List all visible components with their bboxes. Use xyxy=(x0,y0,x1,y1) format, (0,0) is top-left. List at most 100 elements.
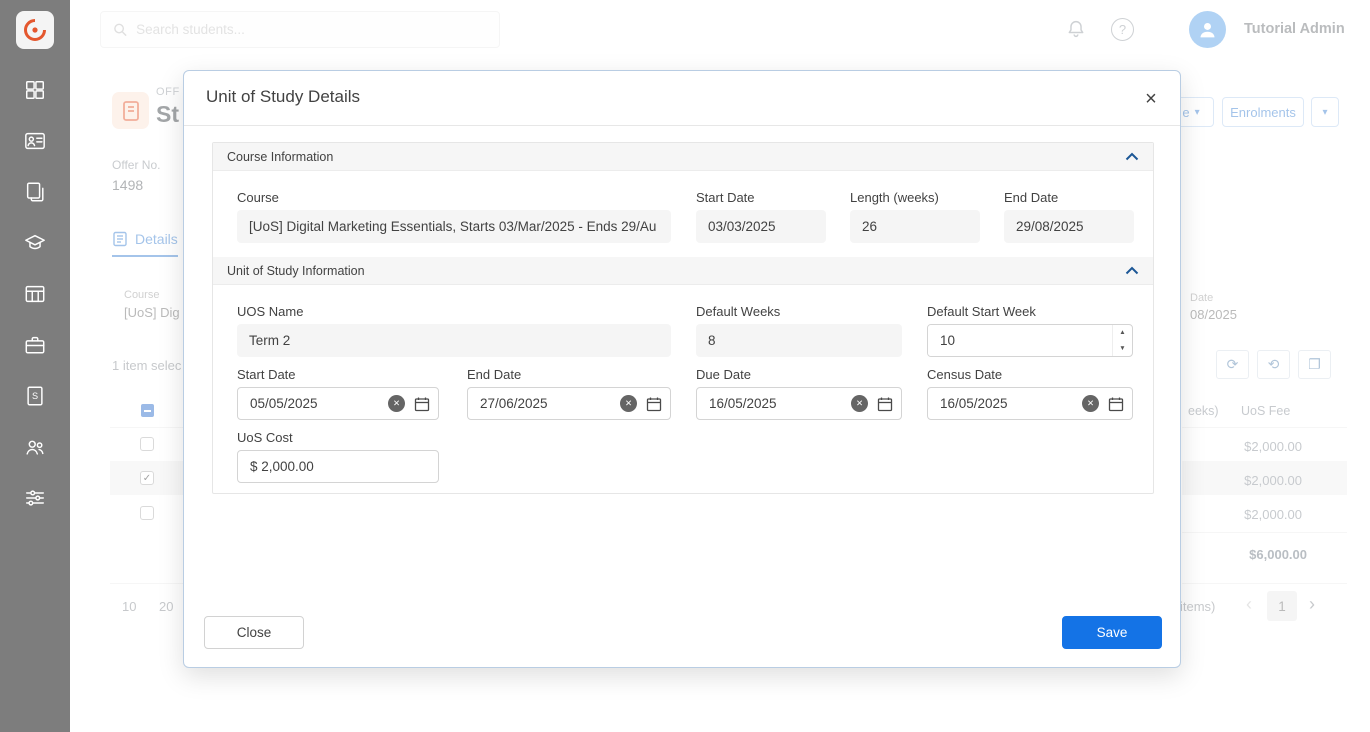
course-input xyxy=(237,210,671,243)
uos-name-label: UOS Name xyxy=(237,304,671,319)
uos-name-field: UOS Name xyxy=(237,304,671,357)
end-date-input[interactable] xyxy=(468,396,620,411)
sidebar-item-dashboard[interactable] xyxy=(22,77,48,103)
census-date-picker: ✕ xyxy=(927,387,1133,420)
offers-icon xyxy=(24,181,46,203)
course-end-date-field: End Date xyxy=(1004,190,1134,243)
default-start-week-spinner: ▲ ▼ xyxy=(927,324,1133,357)
clear-icon: ✕ xyxy=(1087,398,1094,409)
calendar-button[interactable] xyxy=(645,395,663,413)
census-date-label: Census Date xyxy=(927,367,1133,382)
close-icon: × xyxy=(1145,88,1157,111)
modal-header: Unit of Study Details × xyxy=(184,71,1180,126)
length-weeks-field: Length (weeks) xyxy=(850,190,980,243)
uos-form: Course Information Course Start Date Len… xyxy=(212,142,1154,494)
sidebar-item-offers[interactable] xyxy=(22,179,48,205)
sidebar-item-courses[interactable] xyxy=(22,230,48,256)
end-date-field: End Date ✕ xyxy=(467,367,671,420)
calendar-button[interactable] xyxy=(413,395,431,413)
default-weeks-input[interactable] xyxy=(696,324,902,357)
modal-close-button[interactable]: × xyxy=(1136,84,1166,114)
due-date-field: Due Date ✕ xyxy=(696,367,902,420)
section-course-information[interactable]: Course Information xyxy=(213,143,1153,171)
section-course-info-title: Course Information xyxy=(227,150,333,164)
due-date-label: Due Date xyxy=(696,367,902,382)
close-button[interactable]: Close xyxy=(204,616,304,649)
census-date-input[interactable] xyxy=(928,396,1082,411)
start-date-picker: ✕ xyxy=(237,387,439,420)
spinner-buttons: ▲ ▼ xyxy=(1112,325,1132,356)
spinner-down-button[interactable]: ▼ xyxy=(1113,341,1132,357)
clear-date-button[interactable]: ✕ xyxy=(851,395,868,412)
course-start-date-label: Start Date xyxy=(696,190,826,205)
clear-date-button[interactable]: ✕ xyxy=(620,395,637,412)
save-button[interactable]: Save xyxy=(1062,616,1162,649)
spinner-up-button[interactable]: ▲ xyxy=(1113,325,1132,341)
tables-icon xyxy=(24,283,46,305)
sidebar-item-settings[interactable] xyxy=(22,485,48,511)
uos-cost-wrap xyxy=(237,450,439,483)
end-date-picker: ✕ xyxy=(467,387,671,420)
calendar-button[interactable] xyxy=(876,395,894,413)
section-uos-information[interactable]: Unit of Study Information xyxy=(213,257,1153,285)
app-logo-icon xyxy=(22,17,48,43)
uos-cost-field: UoS Cost xyxy=(237,430,439,483)
settings-icon xyxy=(24,487,46,509)
chevron-up-icon xyxy=(1125,266,1139,275)
clear-icon: ✕ xyxy=(856,398,863,409)
default-start-week-label: Default Start Week xyxy=(927,304,1133,319)
invoices-icon: S xyxy=(24,385,46,407)
calendar-icon xyxy=(414,396,430,412)
end-date-label: End Date xyxy=(467,367,671,382)
clear-date-button[interactable]: ✕ xyxy=(388,395,405,412)
course-end-date-label: End Date xyxy=(1004,190,1134,205)
default-start-week-field: Default Start Week ▲ ▼ xyxy=(927,304,1133,357)
uos-name-input[interactable] xyxy=(237,324,671,357)
calendar-icon xyxy=(877,396,893,412)
course-start-date-input xyxy=(696,210,826,243)
app-logo[interactable] xyxy=(16,11,54,49)
spin-up-icon: ▲ xyxy=(1119,329,1125,336)
sidebar-item-students[interactable] xyxy=(22,128,48,154)
calendar-icon xyxy=(646,396,662,412)
uos-cost-label: UoS Cost xyxy=(237,430,439,445)
start-date-input[interactable] xyxy=(238,396,388,411)
spin-down-icon: ▼ xyxy=(1119,345,1125,352)
svg-text:S: S xyxy=(32,391,38,401)
length-weeks-label: Length (weeks) xyxy=(850,190,980,205)
contacts-icon xyxy=(24,436,46,458)
section-uos-info-title: Unit of Study Information xyxy=(227,264,365,278)
calendar-icon xyxy=(1108,396,1124,412)
calendar-button[interactable] xyxy=(1107,395,1125,413)
clear-date-button[interactable]: ✕ xyxy=(1082,395,1099,412)
dashboard-icon xyxy=(24,79,46,101)
save-button-label: Save xyxy=(1097,625,1128,640)
course-field: Course xyxy=(237,190,671,243)
sidebar: S xyxy=(0,0,70,732)
sidebar-nav: S xyxy=(0,49,70,511)
course-label: Course xyxy=(237,190,671,205)
course-end-date-input xyxy=(1004,210,1134,243)
briefcase-icon xyxy=(24,334,46,356)
census-date-field: Census Date ✕ xyxy=(927,367,1133,420)
clear-icon: ✕ xyxy=(393,398,400,409)
sidebar-item-contacts[interactable] xyxy=(22,434,48,460)
clear-icon: ✕ xyxy=(625,398,632,409)
close-button-label: Close xyxy=(237,625,272,640)
length-weeks-input xyxy=(850,210,980,243)
sidebar-item-invoices[interactable]: S xyxy=(22,383,48,409)
unit-of-study-modal: Unit of Study Details × Course Informati… xyxy=(183,70,1181,668)
uos-cost-input[interactable] xyxy=(238,459,431,474)
start-date-field: Start Date ✕ xyxy=(237,367,439,420)
due-date-input[interactable] xyxy=(697,396,851,411)
default-weeks-field: Default Weeks xyxy=(696,304,902,357)
default-start-week-input[interactable] xyxy=(928,325,1112,356)
chevron-up-icon xyxy=(1125,152,1139,161)
courses-icon xyxy=(24,232,46,254)
students-icon xyxy=(24,130,46,152)
modal-title: Unit of Study Details xyxy=(206,87,360,107)
sidebar-item-timetables[interactable] xyxy=(22,281,48,307)
sidebar-item-work[interactable] xyxy=(22,332,48,358)
course-start-date-field: Start Date xyxy=(696,190,826,243)
start-date-label: Start Date xyxy=(237,367,439,382)
